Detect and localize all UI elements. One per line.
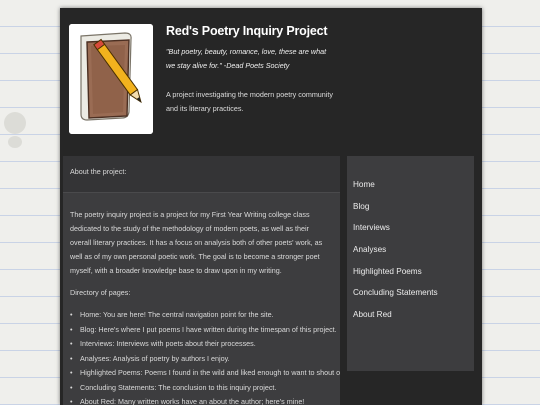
- nav-item-interviews[interactable]: Interviews: [347, 217, 474, 239]
- nav-item-home[interactable]: Home: [347, 174, 474, 196]
- list-item: Concluding Statements: The conclusion to…: [70, 381, 332, 396]
- nav-item-blog[interactable]: Blog: [347, 196, 474, 218]
- paper-crumple-mark: [4, 112, 26, 134]
- list-item: Blog: Here's where I put poems I have wr…: [70, 323, 337, 338]
- nav-item-about-red[interactable]: About Red: [347, 304, 474, 326]
- nav-item-analyses[interactable]: Analyses: [347, 239, 474, 261]
- list-item: About Red: Many written works have an ab…: [70, 395, 332, 405]
- intro-paragraph: The poetry inquiry project is a project …: [70, 210, 323, 275]
- nav-item-concluding-statements[interactable]: Concluding Statements: [347, 282, 474, 304]
- list-item: Analyses: Analysis of poetry by authors …: [70, 352, 332, 367]
- site-logo[interactable]: [69, 24, 153, 134]
- paper-crumple-mark: [8, 136, 22, 148]
- content-body: The poetry inquiry project is a project …: [63, 193, 340, 405]
- site-description: A project investigating the modern poetr…: [166, 90, 333, 113]
- main-content: About the project: The poetry inquiry pr…: [63, 156, 340, 405]
- about-heading: About the project:: [63, 156, 340, 193]
- site-title[interactable]: Red's Poetry Inquiry Project: [166, 24, 328, 38]
- list-item: Interviews: Interviews with poets about …: [70, 337, 332, 352]
- list-item: Highlighted Poems: Poems I found in the …: [70, 366, 340, 381]
- site-page: Red's Poetry Inquiry Project "But poetry…: [60, 8, 482, 405]
- sidebar-nav: Home Blog Interviews Analyses Highlighte…: [347, 156, 474, 371]
- directory-list: Home: You are here! The central navigati…: [70, 308, 340, 405]
- nav-item-highlighted-poems[interactable]: Highlighted Poems: [347, 261, 474, 283]
- list-item: Home: You are here! The central navigati…: [70, 308, 332, 323]
- directory-heading: Directory of pages:: [70, 288, 131, 297]
- site-tagline: "But poetry, beauty, romance, love, thes…: [166, 47, 327, 70]
- notepad-pencil-icon: [69, 24, 153, 134]
